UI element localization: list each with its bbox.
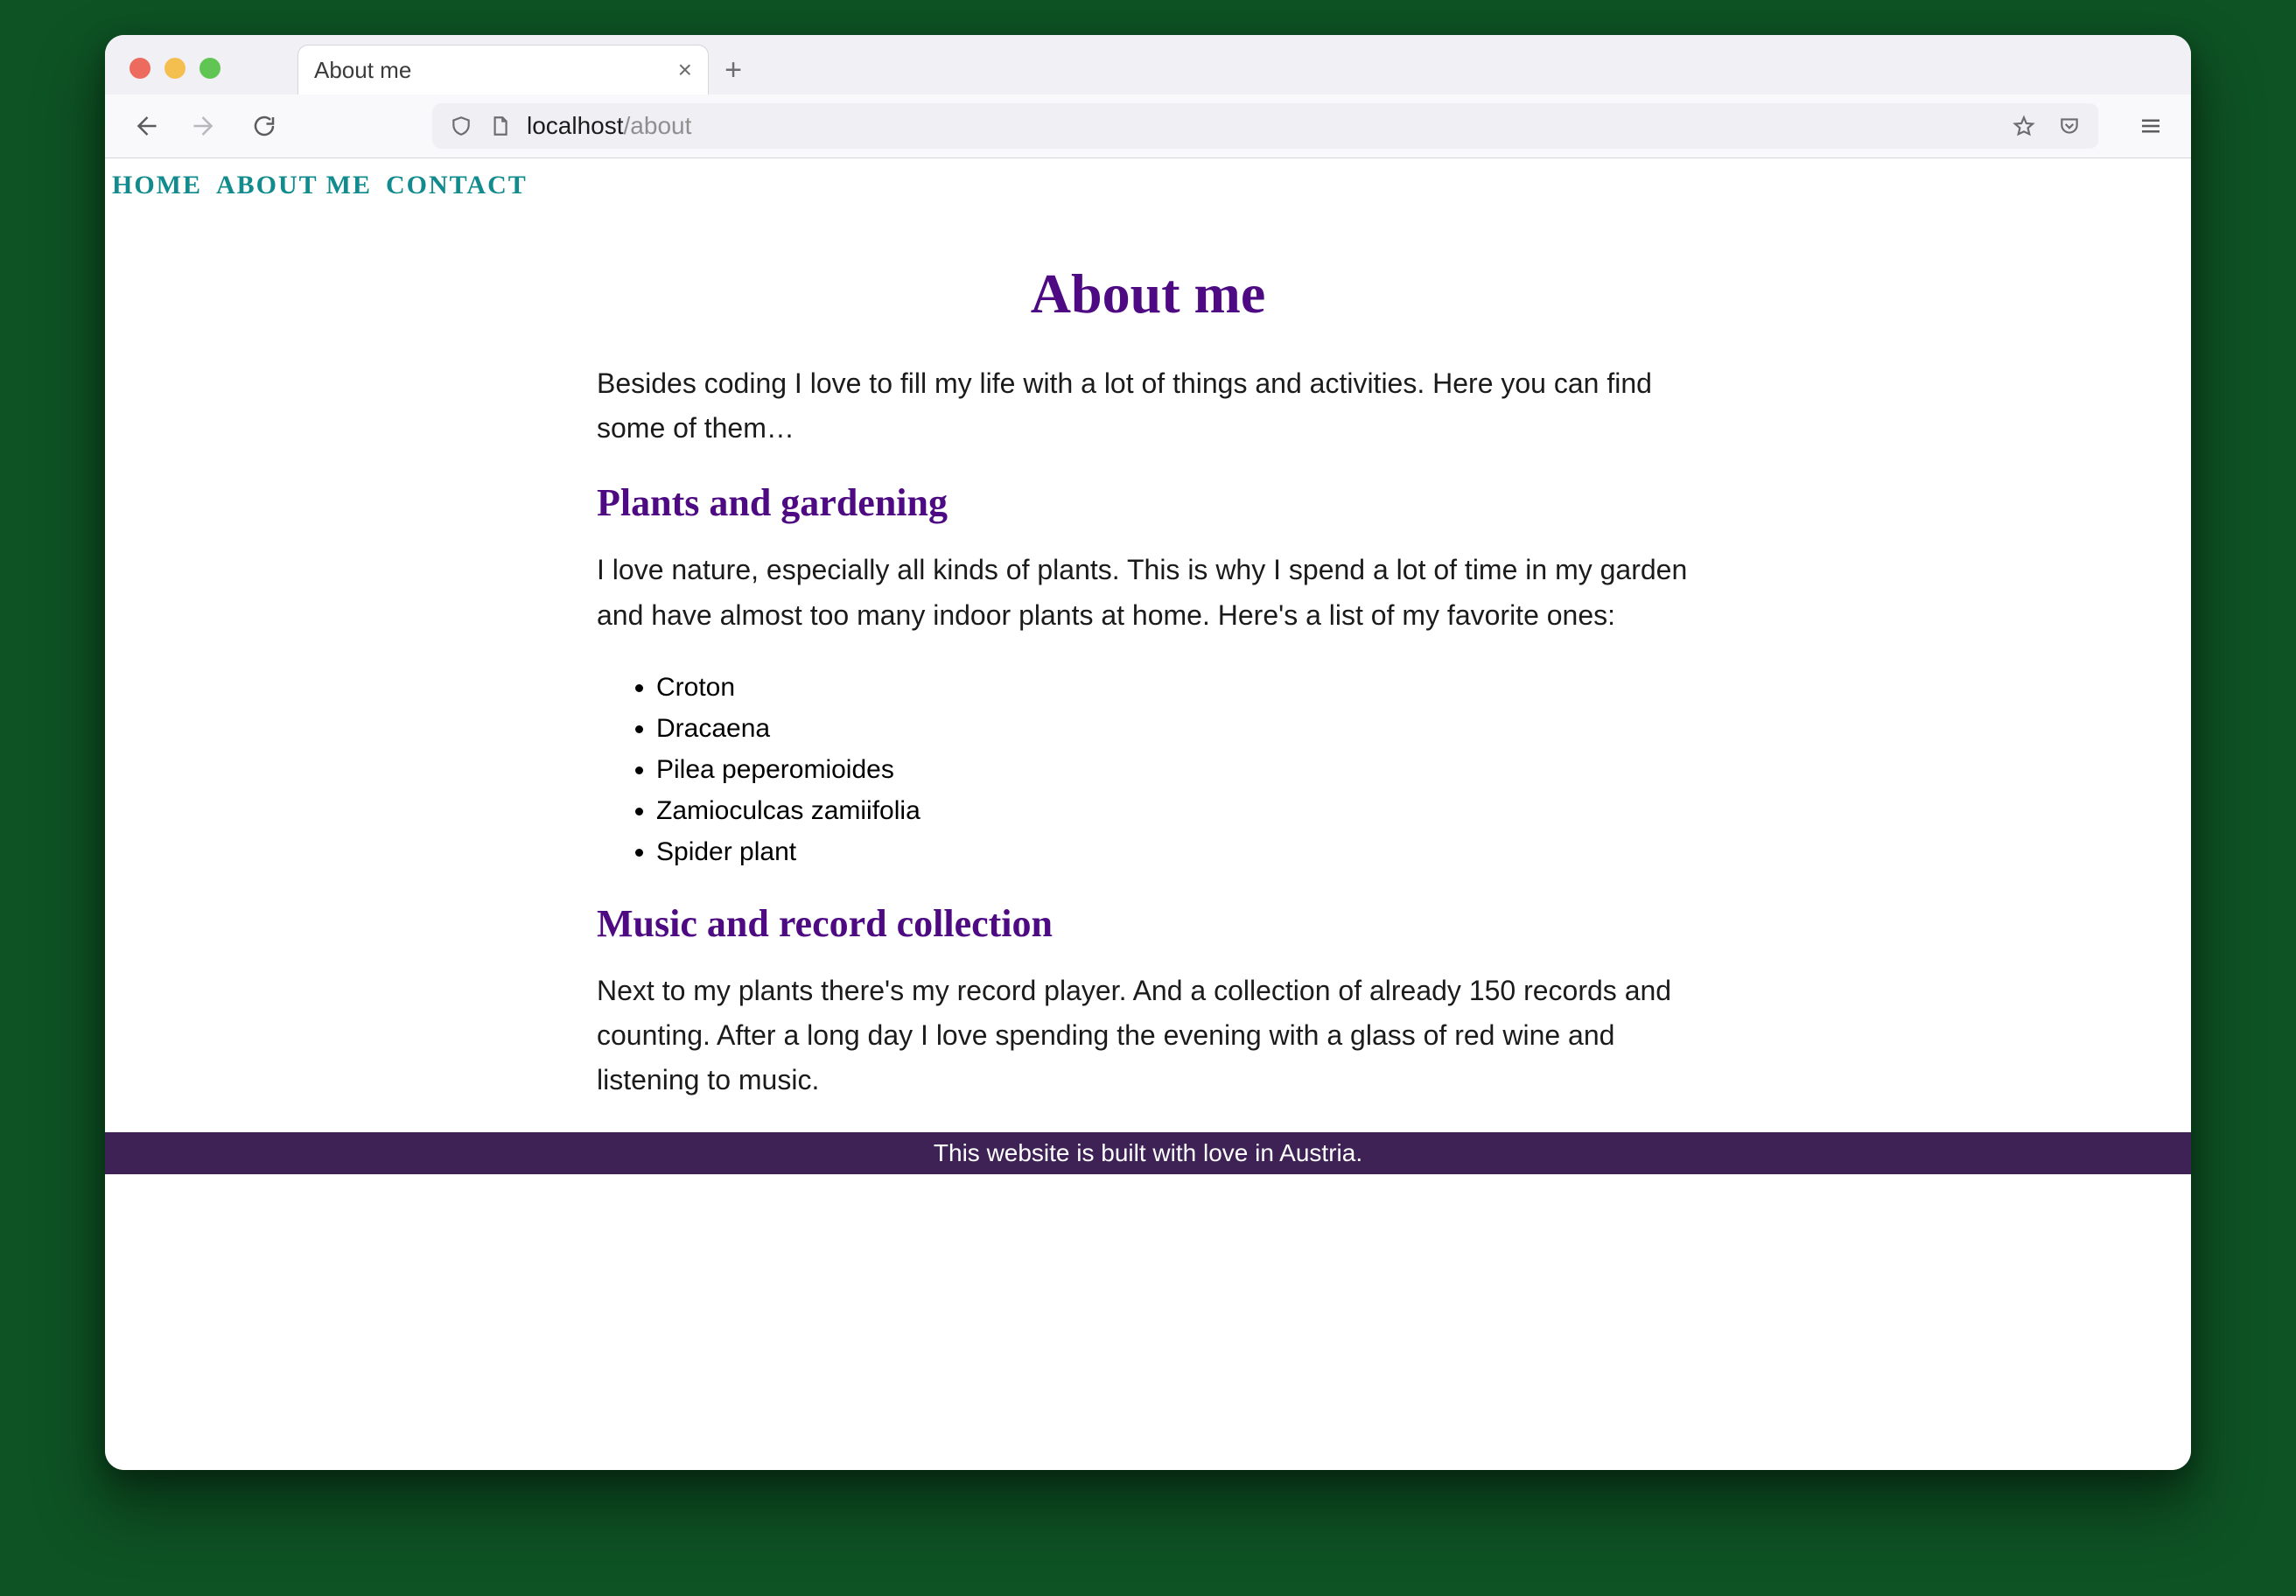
browser-tab[interactable]: About me × bbox=[298, 45, 709, 94]
reload-button[interactable] bbox=[240, 102, 289, 150]
section-plants-title: Plants and gardening bbox=[597, 480, 1699, 525]
app-menu-button[interactable] bbox=[2126, 102, 2175, 150]
list-item: Dracaena bbox=[656, 709, 1699, 748]
list-item: Spider plant bbox=[656, 832, 1699, 872]
section-music-title: Music and record collection bbox=[597, 901, 1699, 946]
window-controls bbox=[105, 58, 245, 94]
list-item: Croton bbox=[656, 668, 1699, 707]
arrow-left-icon bbox=[132, 113, 158, 139]
nav-home[interactable]: HOME bbox=[112, 171, 202, 200]
plants-list: Croton Dracaena Pilea peperomioides Zami… bbox=[597, 668, 1699, 872]
close-window-button[interactable] bbox=[130, 58, 150, 79]
section-plants-body: I love nature, especially all kinds of p… bbox=[597, 548, 1699, 637]
hamburger-icon bbox=[2138, 113, 2164, 139]
close-tab-icon[interactable]: × bbox=[678, 58, 692, 82]
footer-text: This website is built with love in Austr… bbox=[934, 1139, 1362, 1166]
shield-icon bbox=[450, 115, 472, 137]
browser-window: About me × + localhost/about bbox=[105, 35, 2191, 1470]
site-nav: HOME ABOUT ME CONTACT bbox=[105, 158, 2191, 209]
url-host: localhost bbox=[527, 112, 624, 140]
arrow-right-icon bbox=[192, 113, 218, 139]
address-bar[interactable]: localhost/about bbox=[432, 103, 2098, 149]
new-tab-button[interactable]: + bbox=[709, 46, 758, 94]
url-text: localhost/about bbox=[527, 112, 691, 140]
forward-button[interactable] bbox=[180, 102, 229, 150]
tab-bar: About me × + bbox=[105, 35, 2191, 94]
back-button[interactable] bbox=[121, 102, 170, 150]
page-viewport: HOME ABOUT ME CONTACT About me Besides c… bbox=[105, 158, 2191, 1470]
url-path: /about bbox=[624, 112, 692, 140]
reload-icon bbox=[251, 113, 277, 139]
browser-toolbar: localhost/about bbox=[105, 94, 2191, 158]
page-footer: This website is built with love in Austr… bbox=[105, 1132, 2191, 1174]
minimize-window-button[interactable] bbox=[164, 58, 186, 79]
nav-contact[interactable]: CONTACT bbox=[386, 171, 528, 200]
nav-about[interactable]: ABOUT ME bbox=[216, 171, 372, 200]
list-item: Pilea peperomioides bbox=[656, 750, 1699, 789]
intro-paragraph: Besides coding I love to fill my life wi… bbox=[597, 361, 1699, 451]
bookmark-star-icon[interactable] bbox=[2012, 115, 2035, 137]
pocket-icon[interactable] bbox=[2058, 115, 2081, 137]
page-content: About me Besides coding I love to fill m… bbox=[597, 209, 1699, 1102]
maximize-window-button[interactable] bbox=[200, 58, 220, 79]
tab-title: About me bbox=[314, 57, 678, 84]
list-item: Zamioculcas zamiifolia bbox=[656, 791, 1699, 830]
section-music-body: Next to my plants there's my record play… bbox=[597, 969, 1699, 1103]
page-icon bbox=[488, 115, 511, 137]
page-title: About me bbox=[597, 262, 1699, 326]
